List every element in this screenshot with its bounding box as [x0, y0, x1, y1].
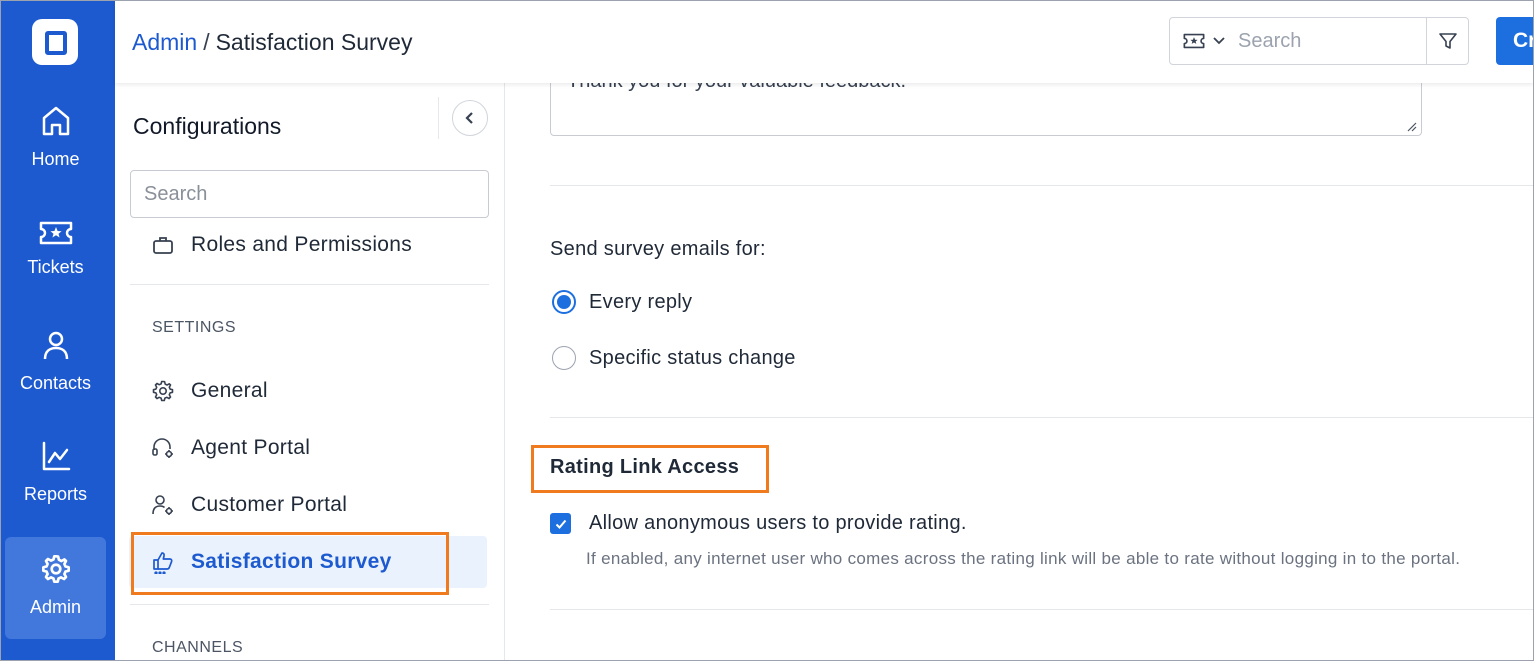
radio-label: Specific status change [589, 346, 796, 369]
nav-label-home: Home [31, 149, 80, 169]
collapse-sidebar-button[interactable] [452, 100, 488, 136]
radio-button[interactable] [552, 290, 576, 314]
menu-item-agent-portal[interactable]: Agent Portal [129, 422, 487, 474]
menu-separator [130, 604, 489, 605]
anonymous-rating-option[interactable]: Allow anonymous users to provide rating. [550, 512, 967, 535]
config-sidebar: Configurations Roles and Permissions SET… [115, 83, 505, 660]
config-menu: Roles and Permissions SETTINGS General A… [115, 233, 505, 660]
headset-gear-icon [151, 436, 175, 460]
thumbs-up-icon [151, 550, 175, 574]
section-divider [550, 185, 1533, 186]
chart-line-icon [42, 441, 70, 471]
config-search-input[interactable] [130, 170, 489, 218]
gear-icon [151, 379, 175, 403]
primary-nav: Home Tickets Contacts Reports Admin [1, 1, 115, 660]
filter-button[interactable] [1426, 18, 1468, 64]
breadcrumb-admin-link[interactable]: Admin [132, 29, 197, 55]
radio-button[interactable] [552, 346, 576, 370]
section-divider [550, 417, 1533, 418]
menu-item-general[interactable]: General [129, 365, 487, 417]
config-divider [438, 97, 439, 139]
chevron-left-icon [465, 112, 473, 124]
menu-label: General [191, 379, 268, 402]
menu-item-satisfaction-survey[interactable]: Satisfaction Survey [129, 536, 487, 588]
filter-icon [1438, 33, 1457, 49]
briefcase-icon [151, 233, 175, 257]
nav-item-home[interactable]: Home [5, 105, 106, 207]
ticket-icon[interactable] [1182, 32, 1206, 50]
channels-section-header: CHANNELS [152, 639, 244, 656]
send-survey-label: Send survey emails for: [550, 238, 766, 260]
radio-every-reply[interactable]: Every reply [552, 290, 692, 314]
nav-label-admin: Admin [29, 597, 82, 617]
top-header: Admin/Satisfaction Survey Create [115, 1, 1533, 83]
home-icon [42, 106, 69, 136]
ticket-icon [39, 221, 72, 245]
anonymous-rating-checkbox[interactable] [550, 513, 571, 534]
app-window: Home Tickets Contacts Reports Admin Admi… [0, 0, 1534, 661]
gear-icon [41, 555, 70, 583]
breadcrumb: Admin / Satisfaction Survey [132, 29, 412, 56]
global-search [1169, 17, 1469, 65]
resize-grip-icon[interactable] [1405, 120, 1417, 132]
nav-item-reports[interactable]: Reports [5, 440, 106, 542]
rating-link-access-title: Rating Link Access [550, 456, 740, 478]
page-title: Satisfaction Survey [215, 29, 413, 55]
nav-item-admin[interactable]: Admin [5, 537, 106, 639]
config-title: Configurations [133, 113, 282, 139]
menu-label: Roles and Permissions [191, 233, 413, 256]
anonymous-rating-help: If enabled, any internet user who comes … [586, 549, 1461, 568]
menu-label: Customer Portal [191, 493, 348, 516]
radio-label: Every reply [589, 290, 693, 313]
settings-section-header: SETTINGS [152, 319, 237, 336]
nav-item-contacts[interactable]: Contacts [5, 329, 106, 431]
check-icon [555, 519, 566, 529]
nav-label-contacts: Contacts [19, 373, 92, 393]
breadcrumb-separator: / [203, 29, 210, 55]
create-button[interactable]: Create [1496, 17, 1533, 65]
user-gear-icon [151, 493, 175, 517]
menu-label: Agent Portal [191, 436, 311, 459]
menu-label: Satisfaction Survey [191, 550, 392, 573]
anonymous-rating-label: Allow anonymous users to provide rating. [589, 512, 967, 534]
nav-label-tickets: Tickets [27, 257, 84, 277]
menu-separator [130, 284, 489, 285]
chevron-down-icon[interactable] [1212, 34, 1226, 48]
section-divider [550, 609, 1533, 610]
nav-item-tickets[interactable]: Tickets [5, 219, 106, 321]
main-content: Send survey emails for: Every reply Spec… [505, 83, 1533, 660]
menu-item-customer-portal[interactable]: Customer Portal [129, 479, 487, 531]
thankyou-message-textarea[interactable] [550, 83, 1422, 136]
menu-item-roles-permissions[interactable]: Roles and Permissions [129, 233, 487, 271]
user-icon [43, 331, 68, 360]
app-logo[interactable] [32, 19, 78, 65]
radio-specific-status[interactable]: Specific status change [552, 346, 796, 370]
nav-label-reports: Reports [23, 484, 88, 504]
global-search-input[interactable] [1238, 26, 1418, 56]
